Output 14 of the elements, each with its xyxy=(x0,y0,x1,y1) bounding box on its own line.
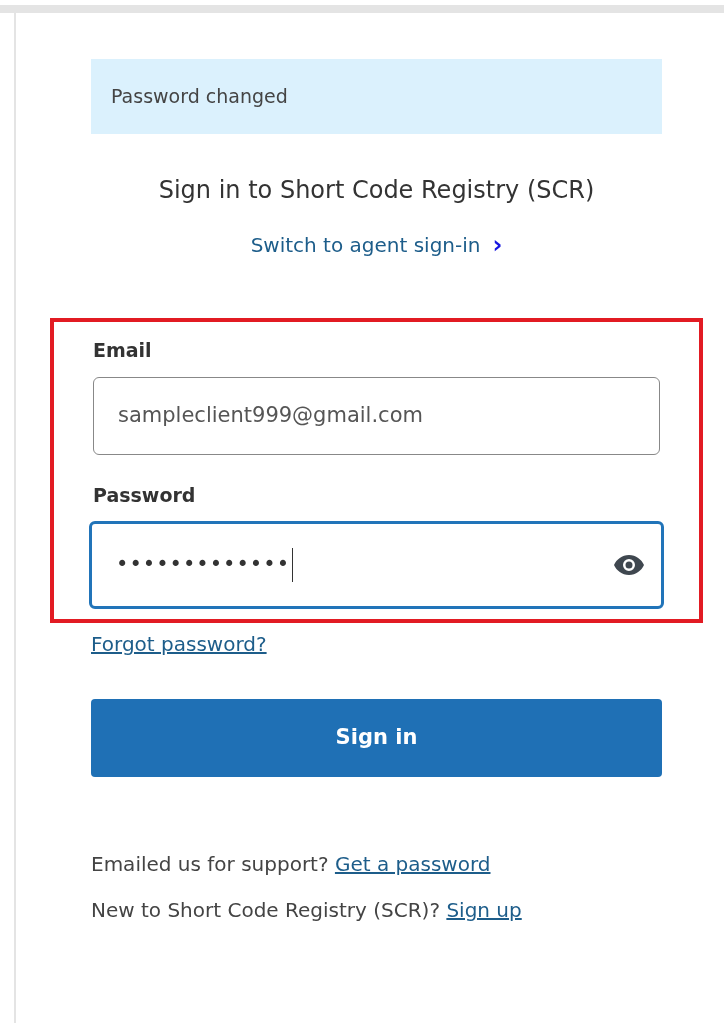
page-title: Sign in to Short Code Registry (SCR) xyxy=(157,175,596,206)
footer-link[interactable]: Get a password xyxy=(334,852,491,876)
notice-banner: Password changed xyxy=(91,59,662,134)
email-field[interactable]: sampleclient999@gmail.com xyxy=(93,376,660,455)
footer-text: Emailed us for support? Get a password xyxy=(91,851,492,878)
field-label: Password xyxy=(93,482,197,508)
show-password-icon[interactable] xyxy=(613,554,645,576)
footer-text: New to Short Code Registry (SCR)? Sign up xyxy=(91,897,523,924)
footer-link[interactable]: Sign up xyxy=(446,898,522,922)
forgot-password-link[interactable]: Forgot password? xyxy=(91,632,267,656)
password-field[interactable]: ••••••••••••• xyxy=(89,521,664,609)
agent-sign-in-link[interactable]: Switch to agent sign-in › xyxy=(250,230,503,260)
field-label: Email xyxy=(93,338,153,363)
sign-in-button[interactable]: Sign in xyxy=(91,699,662,777)
